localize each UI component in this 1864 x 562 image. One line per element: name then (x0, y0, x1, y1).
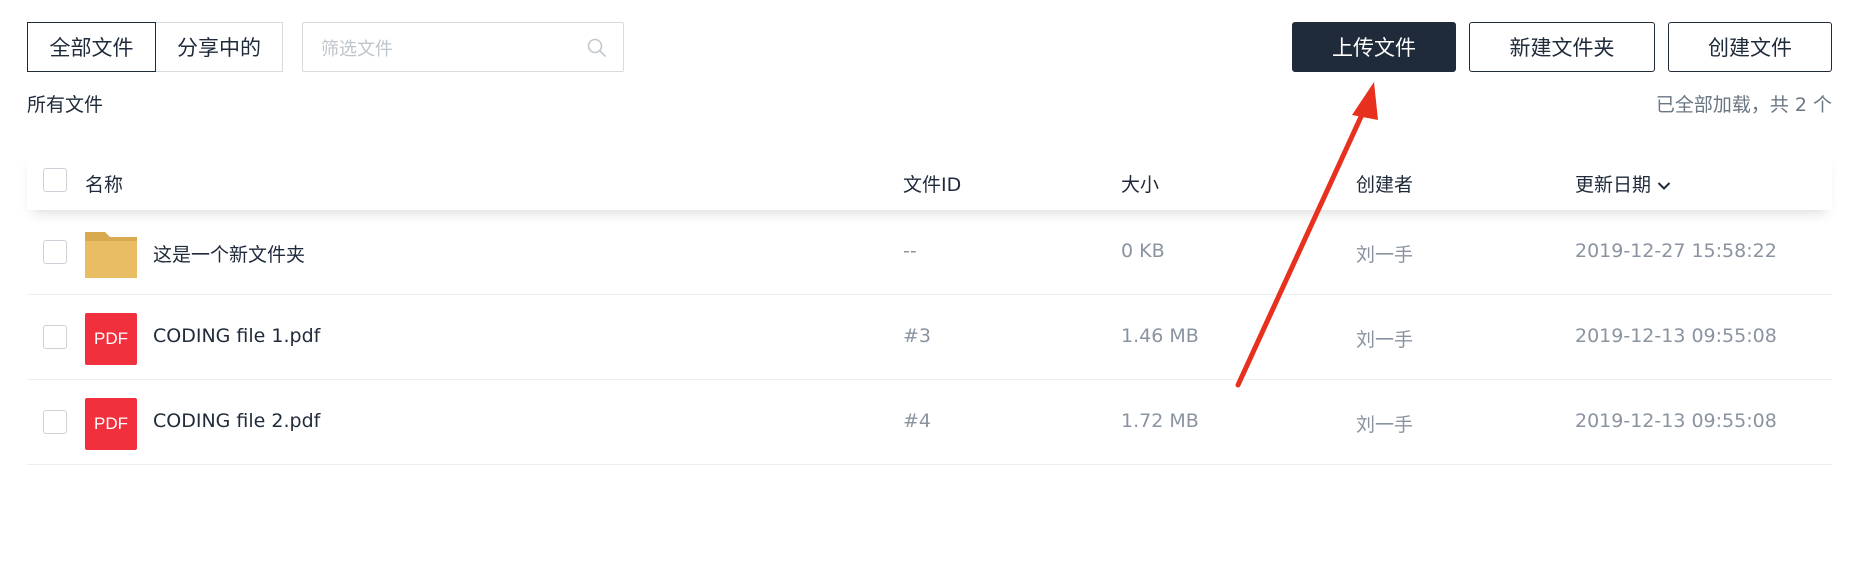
file-id: -- (903, 240, 917, 262)
column-header-updated-label: 更新日期 (1575, 174, 1652, 196)
load-status: 已全部加载，共 2 个 (1655, 94, 1832, 116)
file-size: 1.46 MB (1121, 325, 1199, 347)
column-header-file-id[interactable]: 文件ID (903, 170, 961, 197)
column-header-creator[interactable]: 创建者 (1356, 170, 1413, 197)
search-input[interactable] (319, 35, 573, 63)
file-id: #3 (903, 325, 932, 347)
row-checkbox[interactable] (43, 410, 67, 434)
file-size: 1.72 MB (1121, 410, 1199, 432)
new-folder-button[interactable]: 新建文件夹 (1469, 22, 1655, 72)
table-header: 名称 文件ID 大小 创建者 更新日期 (27, 150, 1832, 210)
table-row[interactable]: PDF CODING file 1.pdf #3 1.46 MB 刘一手 201… (27, 295, 1832, 380)
row-checkbox[interactable] (43, 325, 67, 349)
search-box (302, 22, 624, 72)
file-name[interactable]: 这是一个新文件夹 (153, 240, 305, 267)
file-updated: 2019-12-13 09:55:08 (1575, 325, 1777, 347)
file-filter-tabs: 全部文件 分享中的 (27, 22, 283, 72)
file-creator: 刘一手 (1356, 414, 1414, 436)
file-updated: 2019-12-13 09:55:08 (1575, 410, 1777, 432)
file-size: 0 KB (1121, 240, 1165, 262)
folder-icon (85, 232, 137, 278)
tab-all-files[interactable]: 全部文件 (27, 22, 156, 72)
table-row[interactable]: PDF CODING file 2.pdf #4 1.72 MB 刘一手 201… (27, 380, 1832, 465)
upload-file-button[interactable]: 上传文件 (1292, 22, 1456, 72)
pdf-icon: PDF (85, 313, 137, 365)
file-updated: 2019-12-27 15:58:22 (1575, 240, 1777, 262)
file-creator: 刘一手 (1356, 329, 1414, 351)
file-id: #4 (903, 410, 932, 432)
row-checkbox[interactable] (43, 240, 67, 264)
column-header-updated[interactable]: 更新日期 (1575, 170, 1671, 197)
tab-shared[interactable]: 分享中的 (155, 22, 283, 72)
toolbar: 全部文件 分享中的 上传文件 新建文件夹 创建文件 (27, 22, 1832, 72)
select-all-checkbox[interactable] (43, 168, 67, 192)
breadcrumb[interactable]: 所有文件 (27, 90, 103, 117)
create-file-button[interactable]: 创建文件 (1668, 22, 1832, 72)
file-name[interactable]: CODING file 2.pdf (153, 410, 320, 432)
file-name[interactable]: CODING file 1.pdf (153, 325, 320, 347)
column-header-name[interactable]: 名称 (85, 170, 123, 197)
table-row[interactable]: 这是一个新文件夹 -- 0 KB 刘一手 2019-12-27 15:58:22 (27, 210, 1832, 295)
file-table: 名称 文件ID 大小 创建者 更新日期 这是一个新文件夹 -- 0 KB 刘一手… (27, 150, 1832, 465)
file-creator: 刘一手 (1356, 244, 1414, 266)
column-header-size[interactable]: 大小 (1121, 170, 1159, 197)
search-icon[interactable] (585, 36, 609, 60)
chevron-down-icon (1657, 181, 1671, 190)
pdf-icon: PDF (85, 398, 137, 450)
